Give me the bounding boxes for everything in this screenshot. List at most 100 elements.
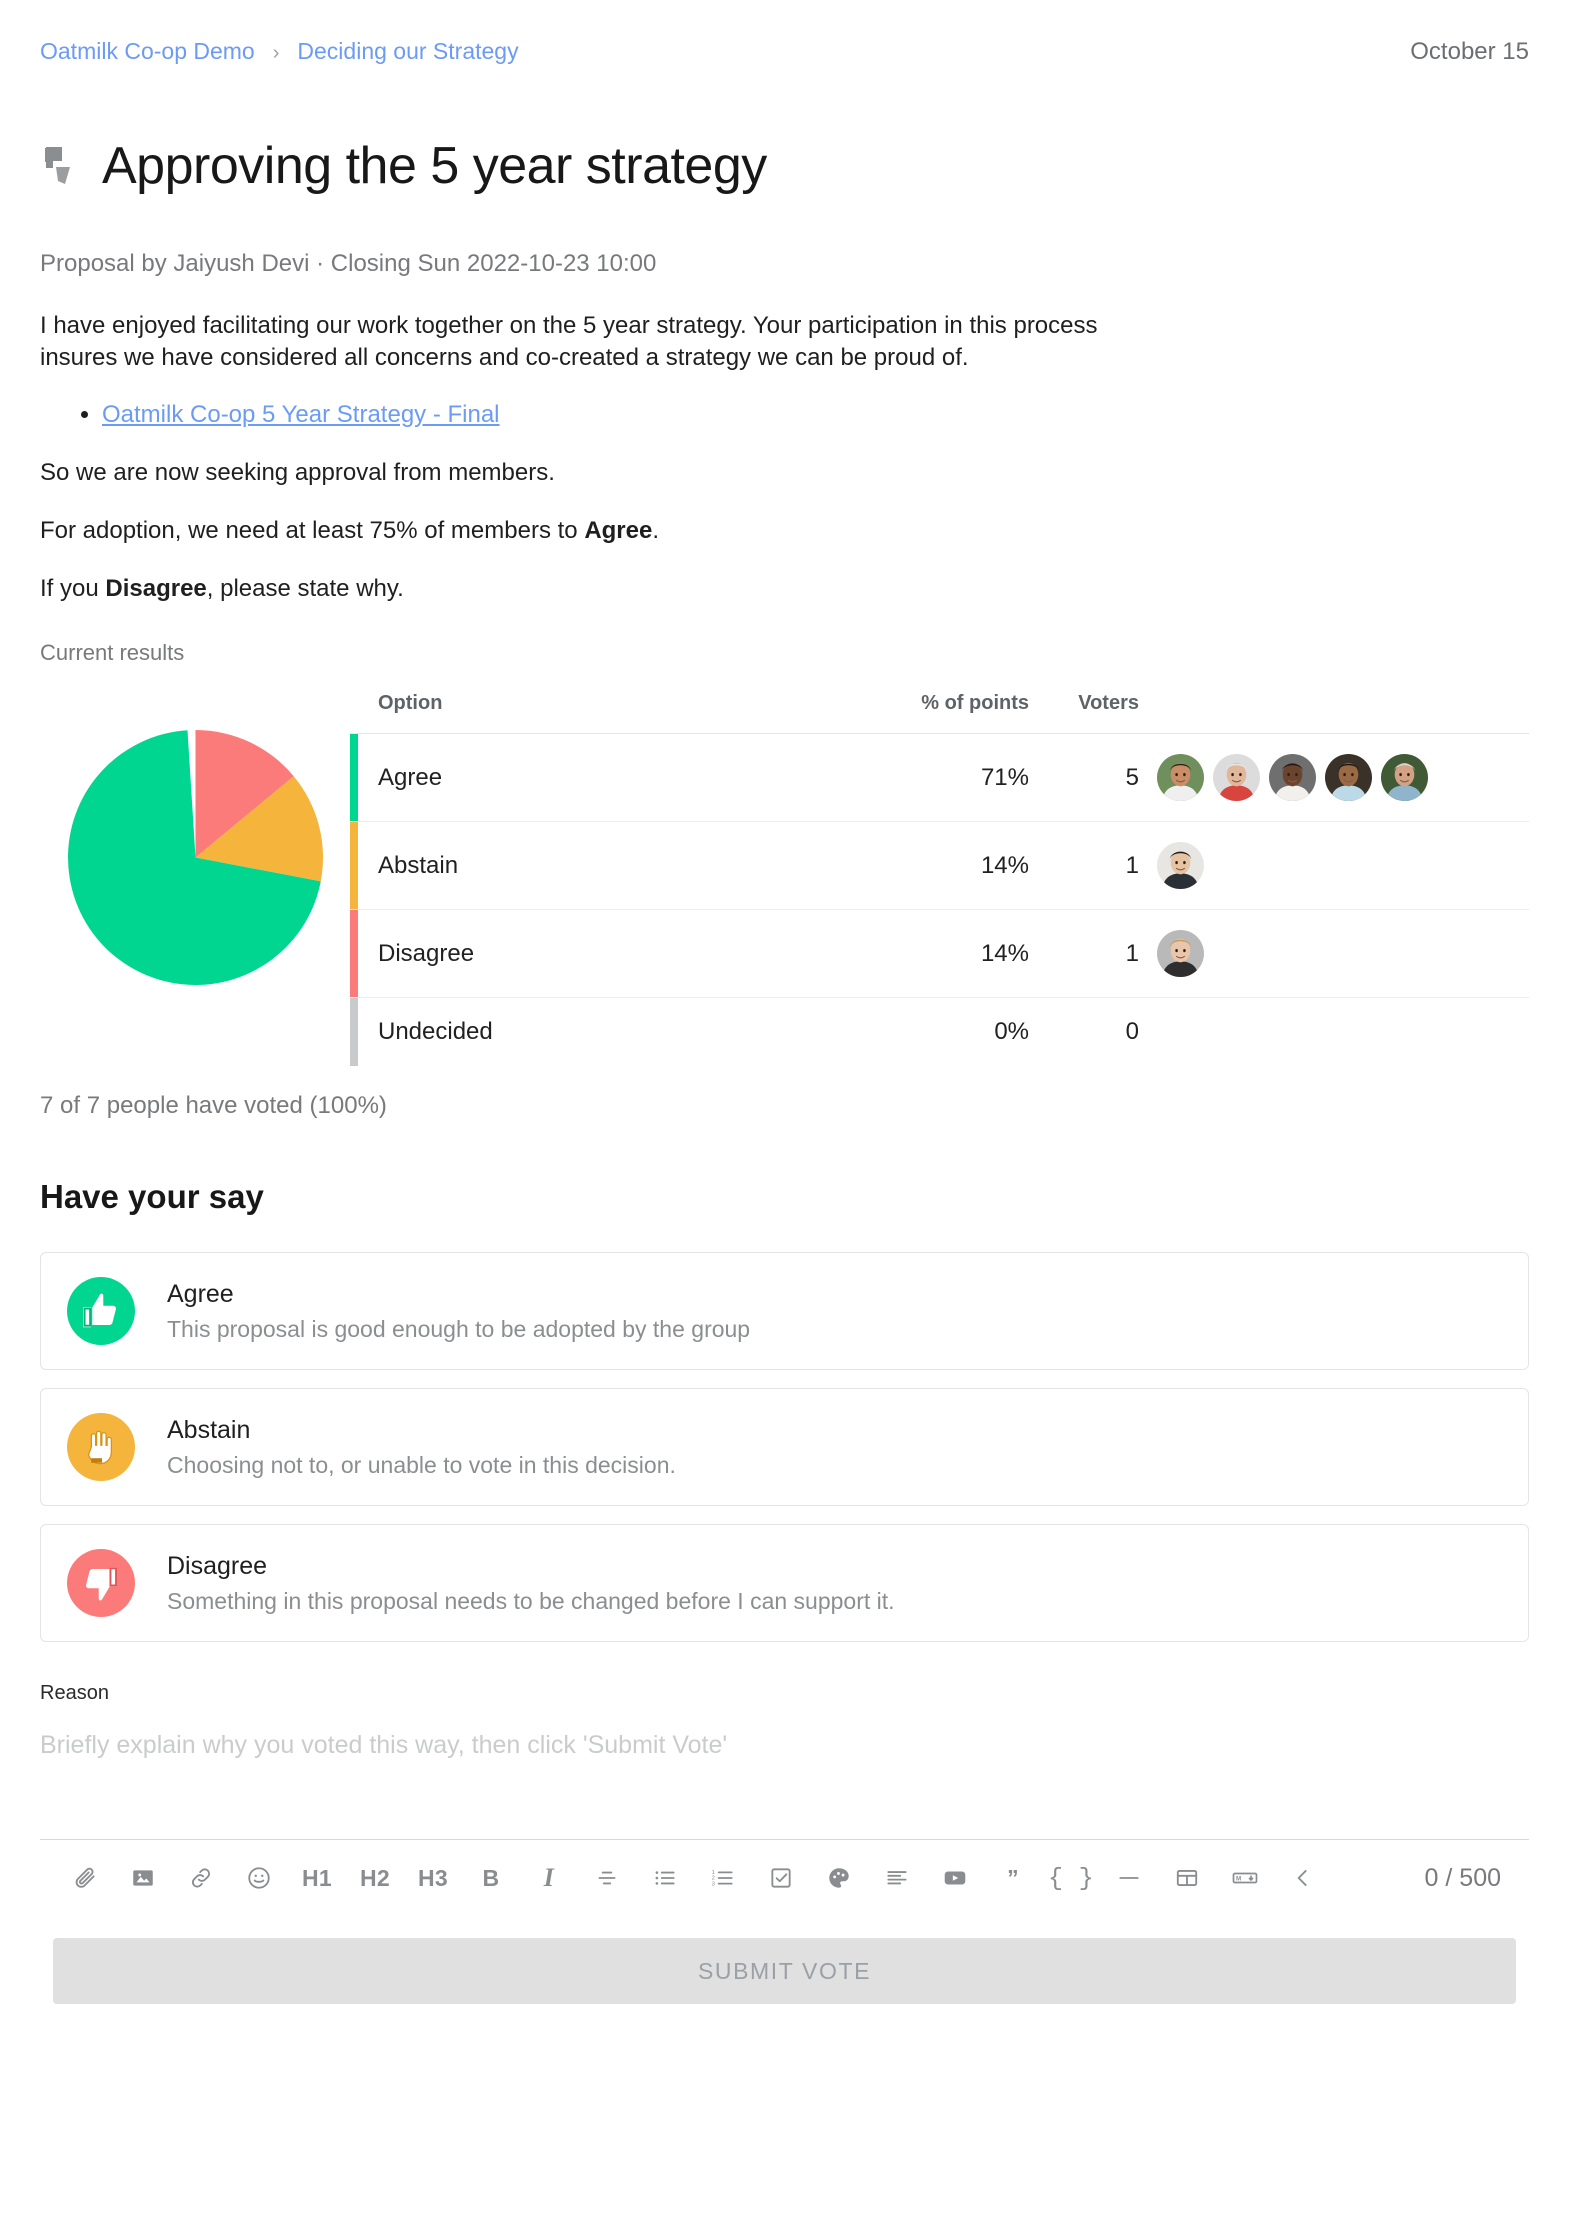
- result-avatars-cell: [1139, 733, 1529, 823]
- column-header-avatars: [1139, 692, 1529, 735]
- emoji-icon[interactable]: [230, 1854, 288, 1902]
- reason-input[interactable]: Briefly explain why you voted this way, …: [40, 1731, 1529, 1827]
- heading-1-button-label: H1: [301, 1864, 332, 1891]
- vote-option-description: Choosing not to, or unable to vote in th…: [167, 1451, 676, 1478]
- align-left-icon[interactable]: [868, 1854, 926, 1902]
- table-row: Undecided 0% 0: [350, 998, 1529, 1067]
- current-results-label: Current results: [40, 640, 185, 666]
- blockquote-icon[interactable]: ”: [984, 1854, 1042, 1902]
- option-label: Agree: [378, 763, 443, 791]
- result-option-cell: Disagree: [350, 909, 799, 999]
- avatar[interactable]: [1157, 930, 1204, 978]
- heading-3-button[interactable]: H3: [404, 1854, 462, 1902]
- attach-icon[interactable]: [56, 1854, 114, 1902]
- video-embed-icon[interactable]: [926, 1854, 984, 1902]
- list-item: Oatmilk Co-op 5 Year Strategy - Final: [102, 398, 1529, 432]
- proposal-paragraph-1: I have enjoyed facilitating our work tog…: [40, 312, 1098, 371]
- vote-option-agree[interactable]: Agree This proposal is good enough to be …: [40, 1252, 1529, 1371]
- avatar[interactable]: [1269, 754, 1316, 802]
- results-table-wrap: Option % of points Voters Agree 71% 5 Absta…: [350, 692, 1529, 1067]
- reason-label: Reason: [40, 1682, 109, 1705]
- raised-hand-icon: [67, 1413, 135, 1482]
- p4-pre: If you: [40, 574, 106, 602]
- result-voters-cell: 1: [1029, 909, 1139, 999]
- table-icon[interactable]: [1158, 1854, 1216, 1902]
- color-palette-icon[interactable]: [810, 1854, 868, 1902]
- thumbs-up-down-icon: [40, 143, 88, 189]
- voter-avatars: [1157, 930, 1529, 978]
- svg-text:M: M: [1236, 1876, 1241, 1883]
- link-icon[interactable]: [172, 1854, 230, 1902]
- vote-option-text: Disagree Something in this proposal needs…: [167, 1550, 895, 1617]
- vote-option-label: Agree: [167, 1279, 234, 1308]
- option-color-swatch: [350, 998, 358, 1067]
- voter-avatars: [1157, 754, 1529, 802]
- image-icon[interactable]: [114, 1854, 172, 1902]
- avatar[interactable]: [1381, 754, 1428, 802]
- breadcrumb: Oatmilk Co-op Demo › Deciding our Strate…: [40, 38, 519, 65]
- bold-button[interactable]: B: [462, 1854, 520, 1902]
- option-label: Abstain: [378, 851, 459, 879]
- markdown-icon[interactable]: M: [1216, 1854, 1274, 1902]
- p3-bold: Agree: [584, 516, 653, 544]
- bold-button-label: B: [482, 1864, 500, 1891]
- blockquote-icon-label: ”: [1007, 1864, 1019, 1891]
- avatar[interactable]: [1325, 754, 1372, 802]
- bullet-list-icon[interactable]: [636, 1854, 694, 1902]
- avatar[interactable]: [1157, 754, 1204, 802]
- p4-post: , please state why.: [206, 574, 404, 602]
- collapse-toolbar-icon[interactable]: [1274, 1854, 1332, 1902]
- code-block-button[interactable]: { }: [1042, 1854, 1100, 1902]
- horizontal-rule-icon[interactable]: [1100, 1854, 1158, 1902]
- thumb-down-icon: [67, 1549, 135, 1618]
- proposal-byline: Proposal by Jaiyush Devi · Closing Sun 2…: [40, 250, 657, 278]
- attachment-list: Oatmilk Co-op 5 Year Strategy - Final: [40, 398, 1529, 432]
- heading-1-button[interactable]: H1: [288, 1854, 346, 1902]
- submit-vote-button[interactable]: SUBMIT VOTE: [53, 1938, 1516, 2005]
- result-percent-cell: 71%: [799, 733, 1029, 823]
- breadcrumb-org-link[interactable]: Oatmilk Co-op Demo: [40, 38, 255, 65]
- result-avatars-cell: [1139, 909, 1529, 999]
- result-avatars-cell: [1139, 998, 1529, 1067]
- heading-3-button-label: H3: [417, 1864, 448, 1891]
- svg-text:3: 3: [712, 1882, 715, 1888]
- vote-option-disagree[interactable]: Disagree Something in this proposal needs…: [40, 1524, 1529, 1643]
- column-header-voters: Voters: [1029, 692, 1139, 735]
- result-voters-cell: 5: [1029, 733, 1139, 823]
- p3-post: .: [652, 516, 660, 544]
- table-row: Abstain 14% 1: [350, 821, 1529, 911]
- heading-2-button-label: H2: [359, 1864, 390, 1891]
- attachment-link[interactable]: Oatmilk Co-op 5 Year Strategy - Final: [102, 401, 500, 428]
- checklist-icon[interactable]: [752, 1854, 810, 1902]
- breadcrumb-separator-icon: ›: [272, 42, 280, 64]
- vote-option-abstain[interactable]: Abstain Choosing not to, or unable to vot…: [40, 1388, 1529, 1507]
- result-option-cell: Undecided: [350, 998, 799, 1067]
- avatar[interactable]: [1213, 754, 1260, 802]
- p4-bold: Disagree: [105, 574, 207, 602]
- heading-2-button[interactable]: H2: [346, 1854, 404, 1902]
- thumb-up-icon: [67, 1277, 135, 1346]
- option-color-swatch: [350, 910, 358, 998]
- option-label: Undecided: [378, 1018, 493, 1046]
- vote-options-list: Agree This proposal is good enough to be …: [40, 1252, 1529, 1643]
- result-percent-cell: 14%: [799, 909, 1029, 999]
- column-header-option: Option: [350, 692, 799, 735]
- italic-button[interactable]: I: [520, 1854, 578, 1902]
- vote-option-text: Abstain Choosing not to, or unable to vot…: [167, 1414, 676, 1481]
- result-option-cell: Abstain: [350, 821, 799, 911]
- table-header-row: Option % of points Voters: [350, 692, 1529, 735]
- results-table: Option % of points Voters Agree 71% 5 Absta…: [350, 692, 1529, 1067]
- table-row: Disagree 14% 1: [350, 909, 1529, 999]
- vote-option-text: Agree This proposal is good enough to be …: [167, 1278, 750, 1345]
- result-percent-cell: 0%: [994, 1018, 1029, 1046]
- avatar[interactable]: [1157, 842, 1204, 890]
- breadcrumb-group-link[interactable]: Deciding our Strategy: [297, 38, 518, 65]
- strikethrough-icon[interactable]: [578, 1854, 636, 1902]
- proposal-paragraph-2: So we are now seeking approval from memb…: [40, 459, 555, 487]
- proposal-page: Oatmilk Co-op Demo › Deciding our Strate…: [0, 0, 1569, 2044]
- page-title: Approving the 5 year strategy: [102, 136, 767, 195]
- voter-avatars: [1157, 842, 1529, 890]
- proposal-paragraph-3: For adoption, we need at least 75% of me…: [40, 515, 1100, 547]
- numbered-list-icon[interactable]: 123: [694, 1854, 752, 1902]
- vote-option-label: Disagree: [167, 1551, 268, 1580]
